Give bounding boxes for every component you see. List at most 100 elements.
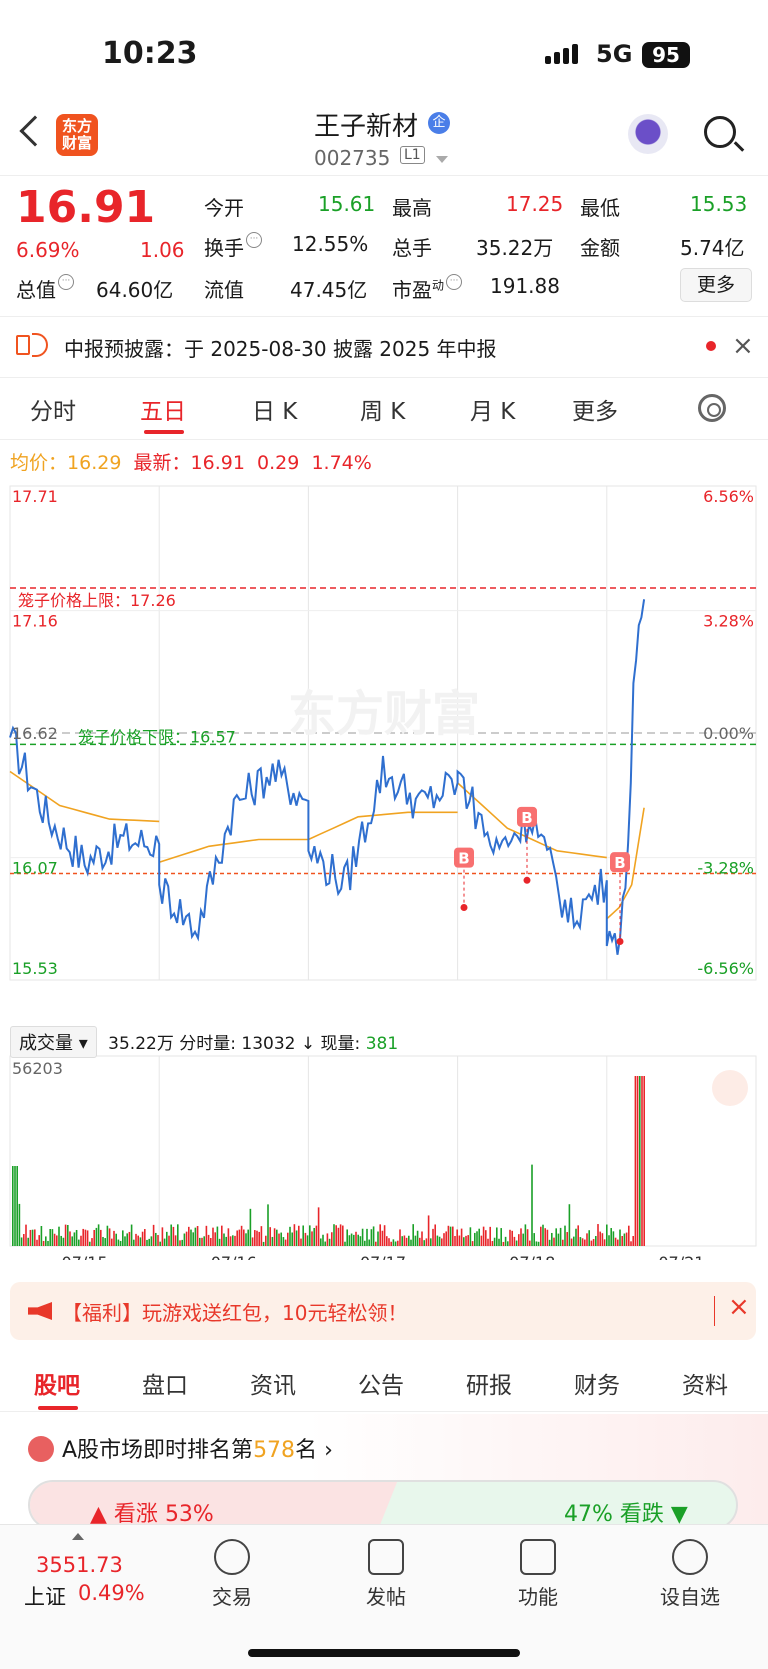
tab-monthly-k[interactable]: 月 K [470,392,515,426]
volume-bar [179,1240,181,1246]
megaphone-icon [28,1302,52,1320]
tab-research[interactable]: 研报 [466,1366,512,1400]
volume-bar [150,1236,153,1246]
tab-more[interactable]: 更多 [572,392,618,426]
nav-post[interactable]: 发帖 [346,1539,426,1610]
volume-bar [108,1228,111,1246]
volume-bar [78,1239,80,1246]
volume-bar [302,1225,304,1246]
close-icon[interactable]: × [732,331,754,361]
volume-bar [392,1239,395,1246]
volume-bar [454,1236,456,1246]
volume-bar [181,1239,183,1246]
volume-bar [553,1237,555,1246]
volume-bar [227,1228,230,1246]
x-axis-date-label: 07/18 [509,1253,555,1260]
mcap-label[interactable]: 总值 ··· [16,274,74,303]
tab-orderbook[interactable]: 盘口 [142,1366,188,1400]
index-change[interactable]: 0.49% [78,1581,145,1605]
open-value: 15.61 [318,192,376,216]
volume-bar [12,1166,14,1246]
volume-bar [368,1239,370,1246]
chevron-down-icon[interactable] [436,156,448,163]
nav-label: 设自选 [660,1585,720,1609]
volume-bar [447,1225,450,1246]
volume-bar [133,1239,135,1246]
high-value: 17.25 [506,192,564,216]
nav-add-watchlist[interactable]: 设自选 [650,1539,730,1610]
volume-bar [130,1224,133,1246]
legend-change: 0.29 [257,452,300,474]
volume-bar [183,1233,186,1246]
volume-bar [568,1204,571,1246]
tab-intraday[interactable]: 分时 [30,392,76,426]
volume-bar [436,1235,439,1246]
info-icon[interactable]: ··· [446,274,463,290]
volume-bar [210,1237,212,1246]
y-axis-left-label: 15.53 [12,959,58,978]
volume-bar [608,1235,610,1246]
volume-bar [540,1226,542,1246]
more-button[interactable]: 更多 [680,268,752,302]
pe-label[interactable]: 市盈动 ··· [392,274,463,303]
tab-finance[interactable]: 财务 [574,1366,620,1400]
high-label: 最高 [392,196,432,220]
volume-bar [221,1225,223,1246]
y-axis-right-label: -3.28% [697,859,754,878]
volume-bar [456,1229,458,1246]
tab-announcements[interactable]: 公告 [358,1366,404,1400]
volume-bar [379,1224,381,1246]
tab-profile[interactable]: 资料 [682,1366,728,1400]
notice-bar[interactable]: 中报预披露：于 2025-08-30 披露 2025 年中报 × [0,316,768,378]
close-icon[interactable]: × [728,1292,750,1322]
volume-bar [364,1240,366,1246]
volume-select[interactable]: 成交量 ▾ [10,1026,97,1058]
volume-bar [480,1235,483,1246]
promo-text[interactable]: 【福利】玩游戏送红包，10元轻松领！ [62,1297,407,1326]
price-line [9,599,646,955]
tab-weekly-k[interactable]: 周 K [360,392,405,426]
quote-panel: 16.91 6.69% 1.06 今开 15.61 最高 17.25 最低 15… [0,176,768,316]
volume-bar [445,1231,447,1246]
app-logo[interactable]: 东方财富 [56,114,98,156]
info-icon[interactable]: ··· [58,274,74,290]
tab-forum[interactable]: 股吧 [34,1366,80,1400]
volume-bar [606,1224,608,1246]
nav-trade[interactable]: 交易 [192,1539,272,1610]
volume-bar [489,1226,491,1246]
volume-bar [628,1225,630,1246]
five-day-chart[interactable]: B B B 17.71 6.56% 17.16 3.28% 16.62 0.00% 16.07 -… [0,480,768,1260]
volume-bar [535,1241,538,1246]
tab-daily-k[interactable]: 日 K [252,392,297,426]
notice-text[interactable]: 中报预披露：于 2025-08-30 披露 2025 年中报 [64,333,497,362]
info-icon[interactable]: ··· [246,232,262,248]
tab-news[interactable]: 资讯 [250,1366,296,1400]
gear-icon[interactable] [698,394,726,422]
volume-bar [625,1232,628,1246]
tab-five-day[interactable]: 五日 [140,392,186,426]
nav-functions[interactable]: 功能 [498,1539,578,1610]
turnover-label[interactable]: 换手 ··· [204,232,262,261]
volume-bar [95,1227,98,1246]
caret-up-icon [72,1533,84,1540]
volume-bar [144,1229,146,1246]
ranking-text[interactable]: A股市场即时排名第578名 › [62,1432,333,1464]
volume-bar [306,1235,309,1246]
search-icon[interactable] [704,116,736,148]
level-badge[interactable]: L1 [400,146,425,164]
volume-bar [196,1226,199,1246]
rank-number: 578 [253,1438,296,1463]
volume-bar [298,1225,300,1246]
volume-bar [485,1230,487,1246]
edit-icon [368,1539,404,1575]
assistant-robot-icon[interactable] [628,114,668,154]
volume-bar [295,1230,298,1246]
volume-bar [564,1225,566,1246]
volume-bar [289,1226,291,1246]
turnover-value: 12.55% [292,232,369,256]
promo-banner[interactable]: 【福利】玩游戏送红包，10元轻松领！ × [10,1282,756,1340]
back-icon[interactable] [19,115,51,147]
index-name[interactable]: 上证 [24,1581,66,1611]
volume-bar [236,1230,238,1246]
index-value[interactable]: 3551.73 [36,1553,123,1577]
